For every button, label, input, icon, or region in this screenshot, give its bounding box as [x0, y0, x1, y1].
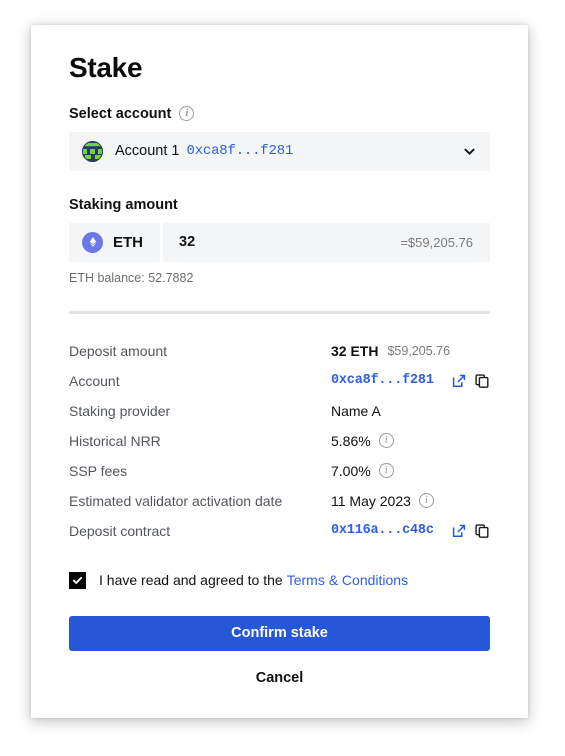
detail-row: Account 0xca8f...f281	[69, 366, 490, 396]
text-value: 7.00%	[331, 462, 371, 479]
text-value: Name A	[331, 402, 381, 419]
staking-amount-label-text: Staking amount	[69, 196, 178, 213]
terms-agreement-row: I have read and agreed to the Terms & Co…	[69, 571, 490, 589]
divider	[69, 310, 490, 314]
detail-value: 5.86% i	[331, 433, 490, 449]
address-value[interactable]: 0x116a...c48c	[331, 523, 434, 538]
detail-label: Staking provider	[69, 402, 171, 419]
detail-value: 7.00% i	[331, 463, 490, 479]
page-title: Stake	[69, 52, 143, 83]
external-link-icon[interactable]	[452, 374, 466, 388]
address-value[interactable]: 0xca8f...f281	[331, 373, 434, 388]
copy-icon[interactable]	[475, 374, 489, 388]
eth-token-icon	[82, 231, 103, 253]
terms-and-conditions-link[interactable]: Terms & Conditions	[287, 572, 408, 588]
staking-amount-label: Staking amount	[69, 197, 490, 213]
amount-value: 32	[179, 234, 196, 251]
text-value: 11 May 2023	[331, 492, 411, 509]
select-account-label-text: Select account	[69, 105, 172, 122]
info-icon[interactable]: i	[378, 463, 394, 479]
eth-balance: ETH balance: 52.7882	[69, 270, 194, 285]
copy-icon[interactable]	[475, 524, 489, 538]
token-symbol: ETH	[113, 233, 143, 251]
detail-value: 11 May 2023 i	[331, 493, 490, 509]
detail-value: 32 ETH $59,205.76	[331, 343, 490, 359]
confirm-stake-button[interactable]: Confirm stake	[69, 615, 490, 651]
detail-value: Name A	[331, 403, 490, 419]
external-link-icon[interactable]	[452, 524, 466, 538]
detail-value: 0xca8f...f281	[331, 373, 490, 388]
token-selector[interactable]: ETH	[69, 222, 160, 262]
text-value: 5.86%	[331, 432, 371, 449]
amount-fiat-equivalent: =$59,205.76	[400, 234, 473, 250]
detail-value: 0x116a...c48c	[331, 523, 490, 538]
info-icon[interactable]: i	[179, 106, 195, 122]
account-select-dropdown[interactable]: Account 1 0xca8f...f281	[69, 131, 490, 171]
staking-amount-row: ETH 32 =$59,205.76	[69, 222, 490, 262]
detail-label: SSP fees	[69, 462, 128, 479]
account-avatar	[82, 140, 103, 162]
detail-row: Staking provider Name A	[69, 396, 490, 426]
select-account-label: Select account i	[69, 106, 490, 122]
detail-row: Deposit amount 32 ETH $59,205.76	[69, 336, 490, 366]
detail-label: Estimated validator activation date	[69, 492, 283, 509]
detail-row: Historical NRR 5.86% i	[69, 426, 490, 456]
details-list: Deposit amount 32 ETH $59,205.76 Account 0xc…	[69, 336, 490, 546]
terms-text: I have read and agreed to the	[99, 572, 283, 589]
account-address: 0xca8f...f281	[186, 143, 294, 160]
terms-checkbox[interactable]	[69, 571, 86, 589]
detail-label: Deposit amount	[69, 342, 168, 359]
account-name: Account 1	[115, 143, 180, 160]
amount-input[interactable]: 32 =$59,205.76	[163, 222, 490, 262]
detail-label: Deposit contract	[69, 522, 171, 539]
detail-row: Deposit contract 0x116a...c48c	[69, 516, 490, 546]
info-icon[interactable]: i	[378, 433, 394, 449]
detail-row: SSP fees 7.00% i	[69, 456, 490, 486]
fiat-value: $59,205.76	[387, 343, 451, 358]
page-background: Stake Select account i Account 1 0xca8f.…	[0, 0, 565, 756]
detail-row: Estimated validator activation date 11 Ma…	[69, 486, 490, 516]
chevron-down-icon[interactable]	[463, 145, 476, 158]
row-actions	[452, 374, 490, 388]
detail-label: Account	[69, 372, 120, 389]
info-icon[interactable]: i	[418, 493, 434, 509]
detail-label: Historical NRR	[69, 432, 161, 449]
row-actions	[452, 524, 490, 538]
amount-value: 32 ETH	[331, 342, 379, 359]
cancel-button[interactable]: Cancel	[69, 667, 490, 689]
stake-dialog-card: Stake Select account i Account 1 0xca8f.…	[31, 25, 528, 718]
